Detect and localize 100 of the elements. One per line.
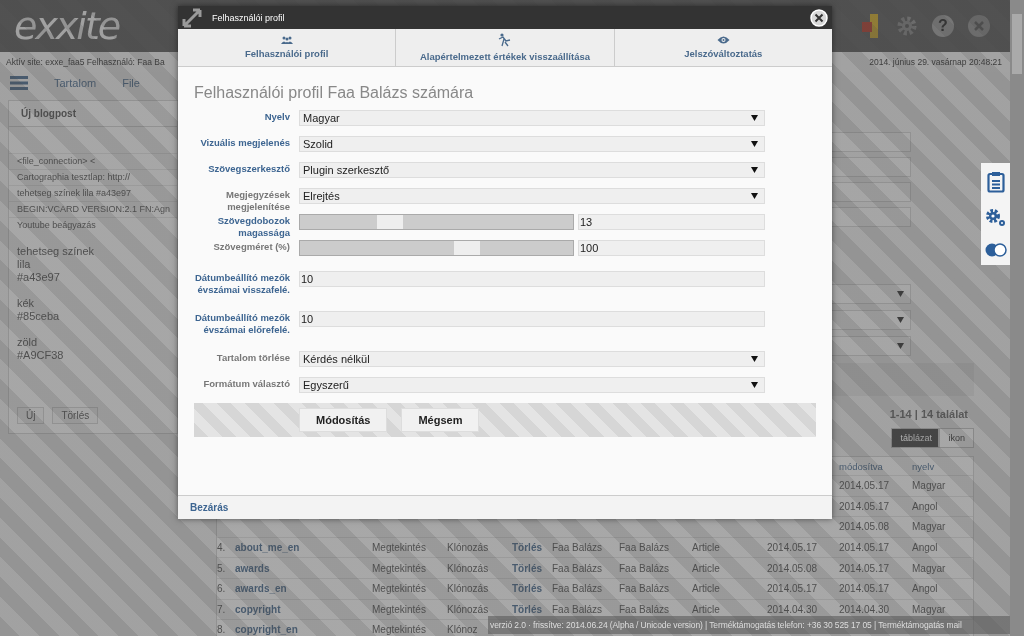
scrollbar[interactable] <box>1010 0 1024 636</box>
table-cell[interactable]: Megtekintés <box>372 542 426 554</box>
table-cell[interactable]: Törlés <box>512 583 542 595</box>
close-link[interactable]: Bezárás <box>190 502 229 513</box>
close-icon[interactable] <box>810 8 828 27</box>
table-cell[interactable]: Klónoz <box>447 624 478 636</box>
table-cell: 5. <box>217 562 226 574</box>
table-cell: Article <box>692 542 720 554</box>
table-cell[interactable]: Klónozás <box>447 542 489 554</box>
table-cell[interactable]: Megtekintés <box>372 583 426 595</box>
table-cell[interactable]: awards_en <box>235 583 287 595</box>
menu-icon[interactable] <box>10 76 28 90</box>
table-cell: Faa Balázs <box>552 583 603 595</box>
table-cell[interactable]: copyright <box>235 603 281 615</box>
dialog-button[interactable]: Mégsem <box>401 408 480 432</box>
table-cell: Faa Balázs <box>619 542 670 554</box>
users-icon <box>280 36 293 44</box>
table-cell[interactable]: Törlés <box>512 562 542 574</box>
dropdown[interactable]: Plugin szerkesztő <box>299 162 765 178</box>
note-line: zöld <box>17 336 39 349</box>
dialog-heading: Felhasználói profil Faa Balázs számára <box>194 84 475 102</box>
panel-button[interactable]: Új <box>17 407 45 424</box>
slider-track[interactable] <box>299 214 574 230</box>
table-cell: 2014.05.08 <box>839 521 890 533</box>
table-cell: 2014.05.17 <box>839 542 890 554</box>
dropdown[interactable]: Magyar <box>299 110 765 126</box>
table-cell: Faa Balázs <box>552 603 603 615</box>
settings-icon[interactable] <box>896 15 918 37</box>
table-cell: 2014.05.08 <box>767 562 818 574</box>
field-label: Szövegméret (%) <box>212 240 290 253</box>
table-cell[interactable]: about_me_en <box>235 542 300 554</box>
field-label: Vizuális megjelenés <box>199 136 290 149</box>
dialog-title: Felhasználói profil <box>212 12 285 23</box>
column-header[interactable]: módosítva <box>839 460 912 472</box>
dropdown[interactable]: Elrejtés <box>299 188 765 204</box>
table-cell: 2014.05.17 <box>767 542 818 554</box>
slider-handle[interactable] <box>377 215 404 229</box>
list-item[interactable]: <file_connection> < <box>9 153 177 169</box>
logo[interactable]: exxite <box>14 4 120 48</box>
note-line: tehetseg színek <box>17 245 96 258</box>
slider-handle[interactable] <box>453 241 480 255</box>
slider-track[interactable] <box>299 240 574 256</box>
table-cell: 2014.04.30 <box>839 603 890 615</box>
table-cell: 8. <box>217 624 226 636</box>
table-cell: Faa Balázs <box>552 542 603 554</box>
table-cell[interactable]: Klónozás <box>447 562 489 574</box>
table-cell: 2014.04.30 <box>767 603 818 615</box>
caret-icon <box>897 343 904 349</box>
table-cell[interactable]: Megtekintés <box>372 562 426 574</box>
list-item[interactable]: Cartographia tesztlap: http:// <box>9 169 177 185</box>
note-line: kék <box>17 297 36 310</box>
dropdown[interactable]: Kérdés nélkül <box>299 351 765 367</box>
caret-icon <box>897 291 904 297</box>
table-cell[interactable]: Klónozás <box>447 583 489 595</box>
table-cell: Article <box>692 562 720 574</box>
table-cell[interactable]: Törlés <box>512 603 542 615</box>
field-label: Megjegyzések megjelenítése <box>225 188 290 212</box>
caret-icon <box>751 193 758 199</box>
table-cell[interactable]: Törlés <box>512 542 542 554</box>
menu-item[interactable]: File <box>122 77 140 89</box>
running-figure-icon <box>498 33 512 47</box>
dialog-button[interactable]: Módosítás <box>299 408 388 432</box>
view-toggle[interactable]: táblázat <box>891 428 940 448</box>
table-cell[interactable]: copyright_en <box>235 624 298 636</box>
field-label: Tartalom törlése <box>215 351 290 364</box>
note-line: lila <box>17 258 32 271</box>
panel-button[interactable]: Törlés <box>52 407 99 424</box>
field-label: Szövegszerkesztő <box>207 162 290 175</box>
menu-item[interactable]: Tartalom <box>54 77 97 89</box>
column-header[interactable]: nyelv <box>912 460 973 472</box>
table-cell[interactable]: Klónozás <box>447 603 489 615</box>
input-field[interactable]: 10 <box>299 311 765 327</box>
dropdown[interactable]: Szolid <box>299 136 765 152</box>
input-field[interactable]: 100 <box>578 240 765 256</box>
input-field[interactable]: 13 <box>578 214 765 230</box>
table-cell: Magyar <box>912 521 946 533</box>
table-cell[interactable]: Megtekintés <box>372 624 426 636</box>
note-line: #85ceba <box>17 310 61 323</box>
field-label: Szövegdobozok magassága <box>216 214 290 238</box>
help-button[interactable]: ? <box>932 15 954 37</box>
table-cell: Magyar <box>912 562 946 574</box>
table-cell: Angol <box>912 583 938 595</box>
table-cell: Faa Balázs <box>619 583 670 595</box>
table-cell: 7. <box>217 603 226 615</box>
view-toggle[interactable]: ikon <box>939 428 974 448</box>
resize-icon[interactable] <box>182 7 202 28</box>
field-label: Dátumbeállító mezők évszámai előrefelé. <box>194 311 290 335</box>
list-item[interactable]: Youtube beágyazás <box>9 217 177 233</box>
table-cell[interactable]: awards <box>235 562 270 574</box>
dropdown[interactable]: Egyszerű <box>299 377 765 393</box>
table-cell: Faa Balázs <box>552 562 603 574</box>
table-cell[interactable]: Megtekintés <box>372 603 426 615</box>
list-item[interactable]: BEGIN:VCARD VERSION:2.1 FN:Agn <box>9 201 177 217</box>
table-cell: 6. <box>217 583 226 595</box>
list-item[interactable]: tehetseg színek lila #a43e97 <box>9 185 177 201</box>
table-cell: 2014.05.17 <box>839 500 890 512</box>
toggle-icon[interactable] <box>984 243 1007 258</box>
input-field[interactable]: 10 <box>299 271 765 287</box>
gears-icon[interactable] <box>984 208 1007 228</box>
clipboard-icon[interactable] <box>986 170 1005 193</box>
